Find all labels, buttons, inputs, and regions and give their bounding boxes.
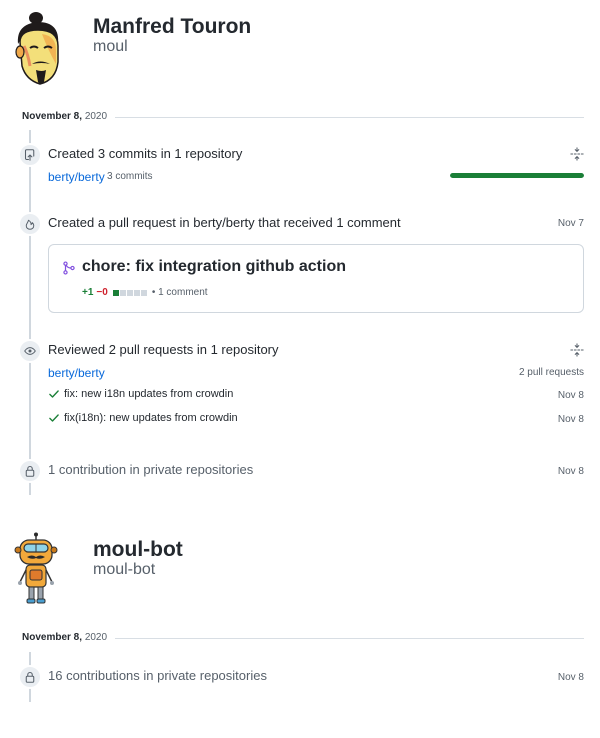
profile-name[interactable]: Manfred Touron xyxy=(93,15,251,39)
private-contributions-text: 1 contribution in private repositories xyxy=(48,462,254,477)
diffstat-add-box xyxy=(112,289,119,296)
unfold-icon[interactable] xyxy=(570,147,584,161)
pull-request-title[interactable]: chore: fix integration github action xyxy=(82,258,346,276)
diffstat-neutral-box xyxy=(126,289,133,296)
commits-count[interactable]: 3 commits xyxy=(107,171,153,182)
private-badge xyxy=(18,459,42,483)
additions-count: +1 xyxy=(82,287,94,298)
timeline-line xyxy=(29,130,31,495)
eye-icon xyxy=(24,347,36,355)
avatar[interactable] xyxy=(12,532,60,608)
date-month-day: November 8, xyxy=(22,632,83,643)
review-item-date: Nov 8 xyxy=(557,414,584,425)
git-merge-icon xyxy=(63,261,75,275)
review-item[interactable]: fix: new i18n updates from crowdin xyxy=(48,388,233,400)
pull-request-badge xyxy=(18,212,42,236)
avatar[interactable] xyxy=(12,10,68,90)
commits-progress-bar xyxy=(450,173,584,178)
reviews-repo-link[interactable]: berty/berty xyxy=(48,366,105,380)
diffstat xyxy=(112,289,147,296)
diffstat-neutral-box xyxy=(140,289,147,296)
flame-icon xyxy=(25,219,35,230)
check-icon xyxy=(49,414,59,422)
lock-icon xyxy=(25,465,35,477)
private-contributions-text: 16 contributions in private repositories xyxy=(48,668,267,683)
repo-push-icon xyxy=(24,149,35,161)
profile-login: moul xyxy=(93,38,128,55)
diffstat-neutral-box xyxy=(119,289,126,296)
review-item[interactable]: fix(i18n): new updates from crowdin xyxy=(48,412,238,424)
pull-request-card[interactable]: chore: fix integration github action +1 … xyxy=(48,244,584,313)
reviews-count[interactable]: 2 pull requests xyxy=(519,367,584,378)
pull-request-comments: • 1 comment xyxy=(151,287,208,298)
review-badge xyxy=(18,339,42,363)
pull-request-event-date: Nov 7 xyxy=(557,218,584,229)
profile-login: moul-bot xyxy=(93,561,156,578)
date-header: November 8, 2020 xyxy=(22,632,116,643)
reviews-event-title: Reviewed 2 pull requests in 1 repository xyxy=(48,342,279,357)
private-contributions-date: Nov 8 xyxy=(557,672,584,683)
commits-progress-fill xyxy=(450,173,584,178)
deletions-count: −0 xyxy=(96,287,108,298)
check-icon xyxy=(49,390,59,398)
pull-request-event-title: Created a pull request in berty/berty th… xyxy=(48,215,401,230)
commits-repo-link[interactable]: berty/berty xyxy=(48,170,105,184)
profile-name[interactable]: moul-bot xyxy=(93,538,183,562)
date-header: November 8, 2020 xyxy=(22,111,116,122)
private-contributions-date: Nov 8 xyxy=(557,466,584,477)
commit-badge xyxy=(18,143,42,167)
review-item-label[interactable]: fix(i18n): new updates from crowdin xyxy=(64,412,238,424)
date-year: 2020 xyxy=(84,632,108,643)
private-badge xyxy=(18,665,42,689)
date-month-day: November 8, xyxy=(22,111,83,122)
commits-event-title: Created 3 commits in 1 repository xyxy=(48,146,243,161)
date-year: 2020 xyxy=(84,111,108,122)
review-item-label[interactable]: fix: new i18n updates from crowdin xyxy=(64,388,233,400)
lock-icon xyxy=(25,671,35,683)
review-item-date: Nov 8 xyxy=(557,390,584,401)
pull-request-meta: +1 −0 • 1 comment xyxy=(82,287,208,298)
unfold-icon[interactable] xyxy=(570,343,584,357)
diffstat-neutral-box xyxy=(133,289,140,296)
